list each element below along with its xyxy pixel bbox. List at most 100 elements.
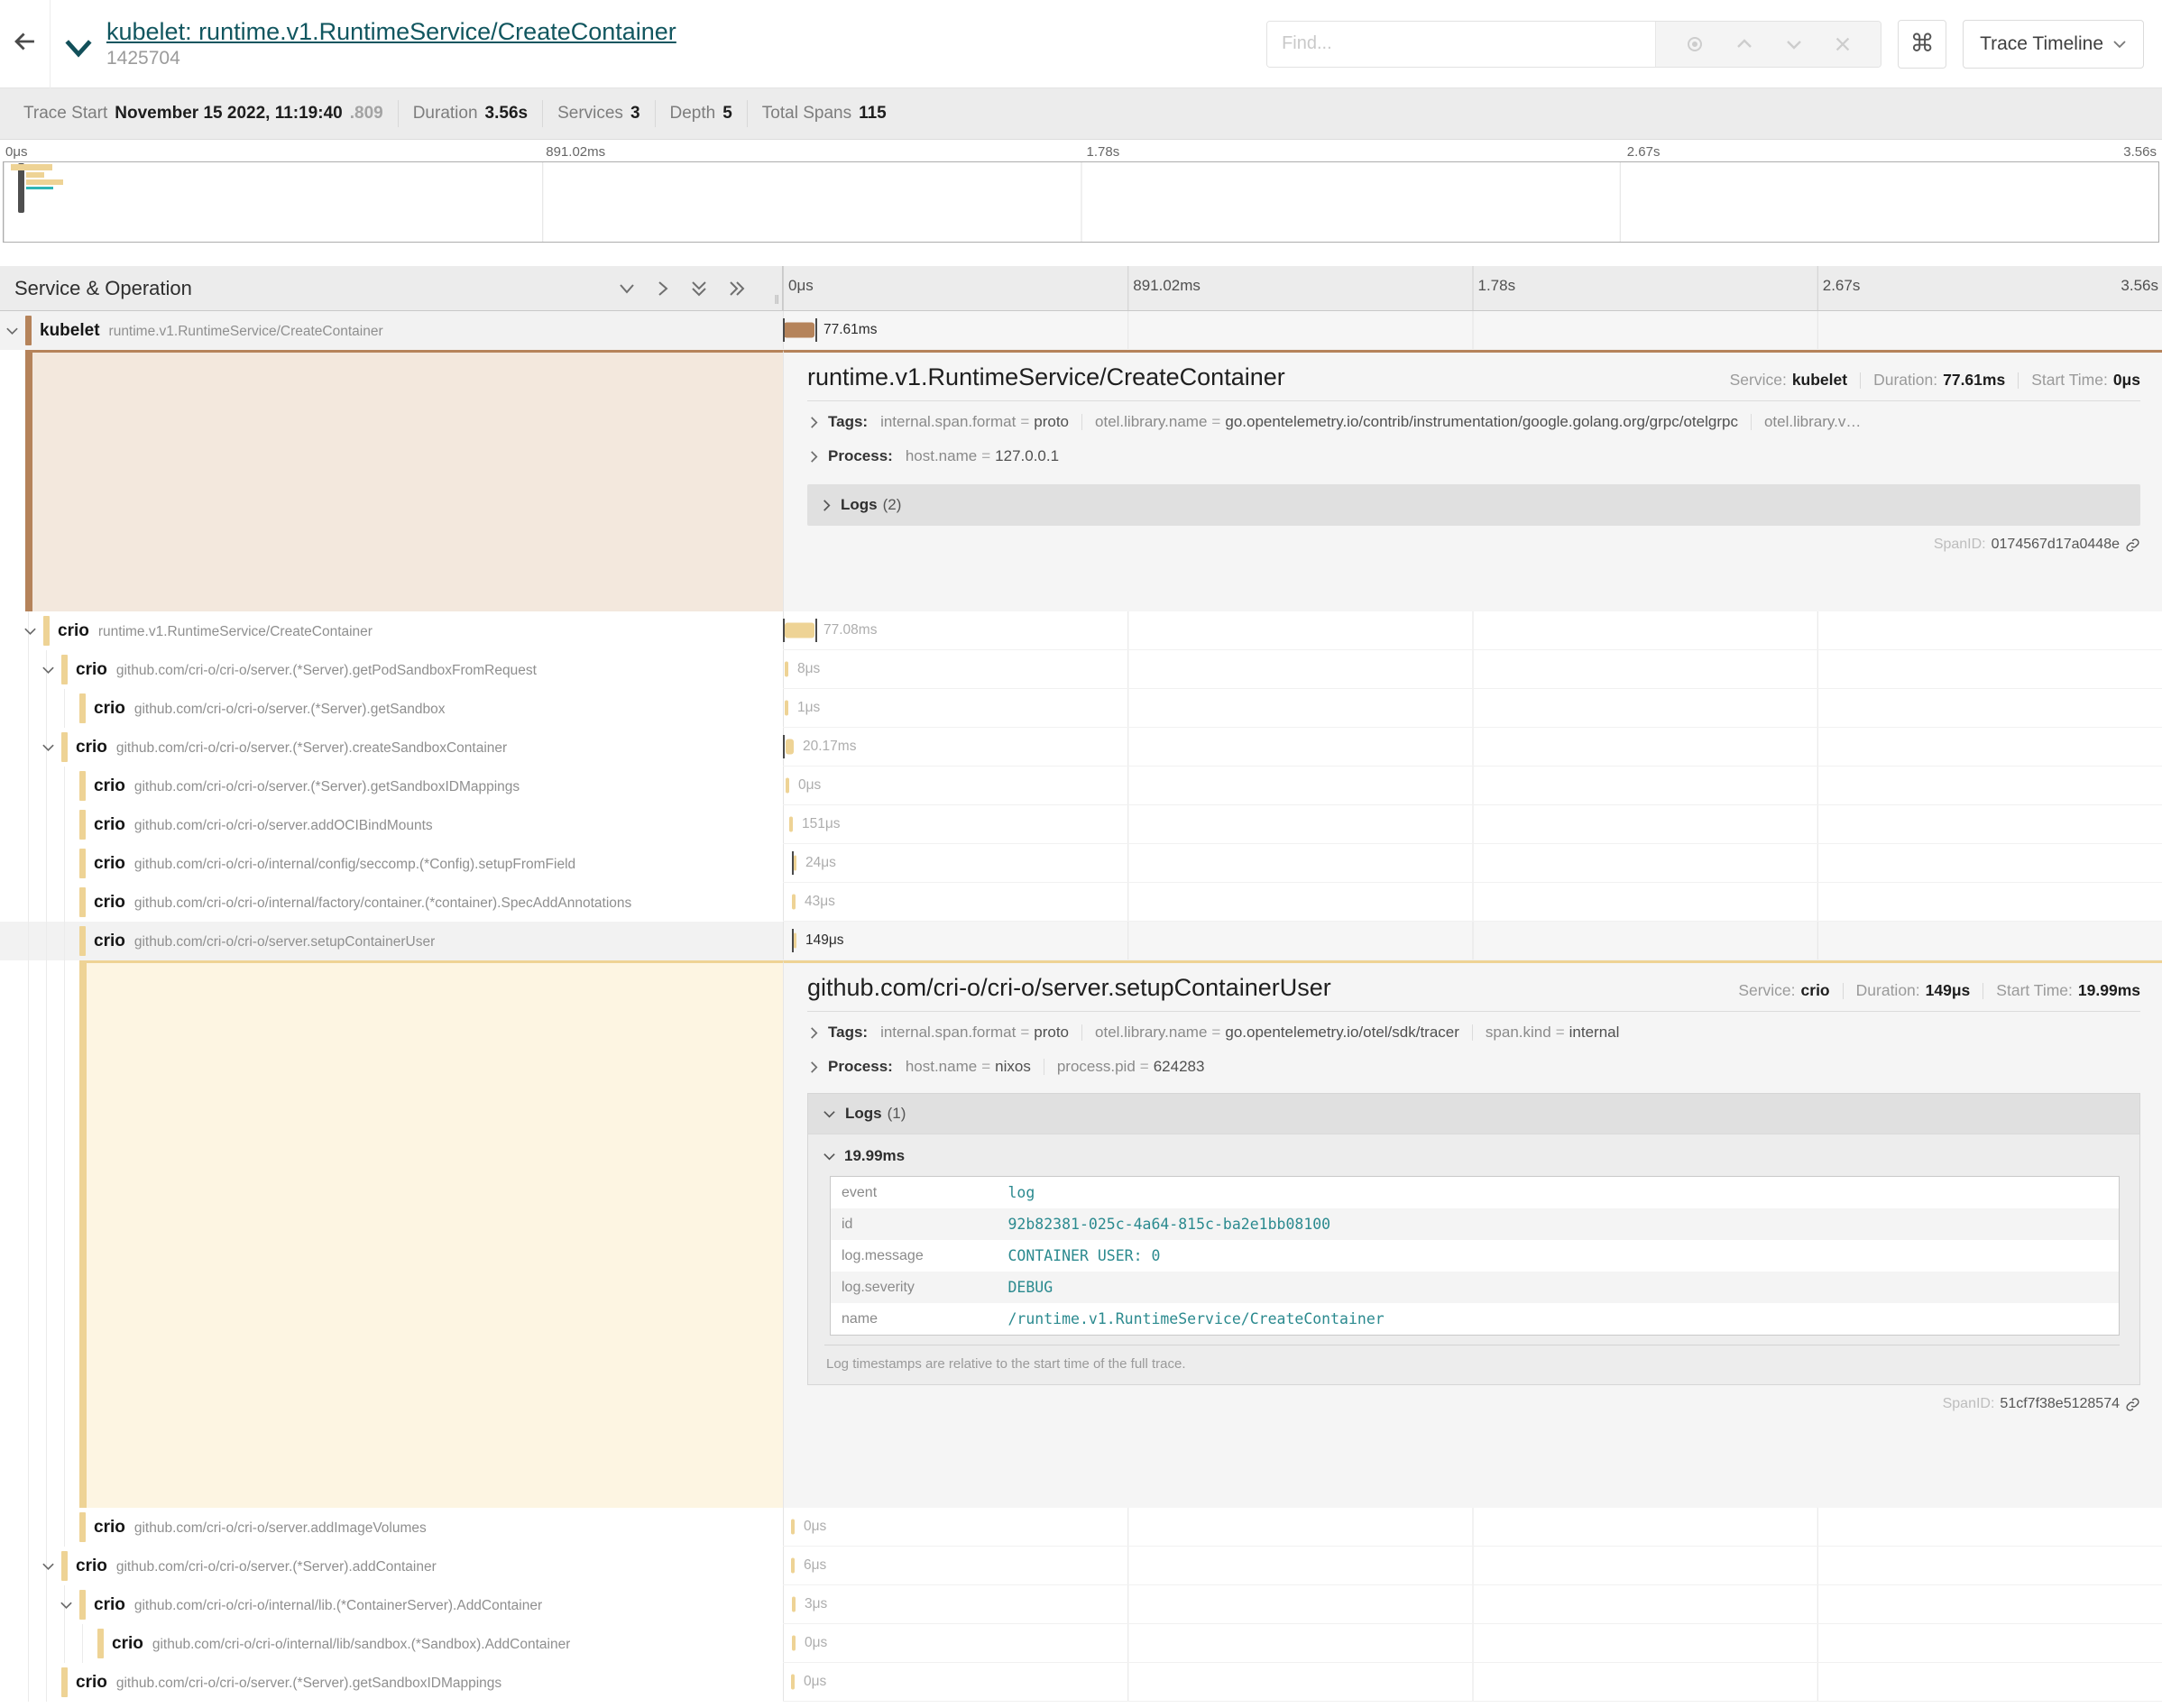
- span-duration-bar[interactable]: [785, 662, 788, 677]
- kv-equals: =: [1556, 1024, 1565, 1041]
- span-timeline-cell[interactable]: 43μs: [783, 883, 2162, 922]
- span-timeline-cell[interactable]: 0μs: [783, 1663, 2162, 1702]
- trace-view-dropdown[interactable]: Trace Timeline: [1963, 20, 2144, 69]
- find-input[interactable]: [1267, 22, 1655, 67]
- span-row[interactable]: criogithub.com/cri-o/cri-o/server.(*Serv…: [0, 689, 2162, 728]
- span-children-toggle[interactable]: [60, 1600, 73, 1610]
- span-timeline-cell[interactable]: 20.17ms: [783, 728, 2162, 767]
- log-field-key: log.message: [831, 1240, 998, 1272]
- span-name[interactable]: criogithub.com/cri-o/cri-o/server.(*Serv…: [76, 660, 537, 680]
- timeline-tick-label: 0μs: [783, 277, 814, 295]
- span-timeline-cell[interactable]: 3μs: [783, 1585, 2162, 1624]
- span-row[interactable]: criogithub.com/cri-o/cri-o/internal/lib/…: [0, 1624, 2162, 1663]
- span-row[interactable]: criogithub.com/cri-o/cri-o/server.(*Serv…: [0, 728, 2162, 767]
- span-duration-bar[interactable]: [794, 933, 796, 949]
- span-duration-bar[interactable]: [786, 739, 794, 755]
- collapse-trace-header-button[interactable]: [51, 23, 106, 64]
- span-row[interactable]: kubeletruntime.v1.RuntimeService/CreateC…: [0, 311, 2162, 350]
- prev-match-icon[interactable]: [1734, 33, 1755, 55]
- focus-match-icon[interactable]: [1684, 33, 1706, 55]
- minimap-left-scrubber[interactable]: [18, 163, 24, 213]
- collapse-one-level-button[interactable]: [656, 280, 670, 298]
- span-duration-bar[interactable]: [791, 1520, 795, 1535]
- column-resizer-handle[interactable]: ‖: [774, 292, 780, 307]
- span-duration-bar[interactable]: [792, 1636, 796, 1651]
- deep-link-icon[interactable]: [2125, 537, 2140, 553]
- span-name[interactable]: criogithub.com/cri-o/cri-o/internal/conf…: [94, 854, 575, 874]
- span-duration-bar[interactable]: [794, 856, 796, 871]
- span-name[interactable]: criogithub.com/cri-o/cri-o/internal/lib/…: [112, 1634, 570, 1654]
- span-timeline-cell[interactable]: 149μs: [783, 922, 2162, 960]
- service-color-bar: [79, 887, 86, 917]
- span-timeline-cell[interactable]: 0μs: [783, 767, 2162, 805]
- span-row[interactable]: crioruntime.v1.RuntimeService/CreateCont…: [0, 611, 2162, 650]
- span-name[interactable]: criogithub.com/cri-o/cri-o/server.(*Serv…: [76, 1673, 501, 1693]
- span-duration-bar[interactable]: [785, 701, 788, 716]
- span-name[interactable]: criogithub.com/cri-o/cri-o/server.(*Serv…: [94, 699, 445, 719]
- logs-accordion[interactable]: Logs(2): [807, 484, 2140, 526]
- span-duration-bar[interactable]: [791, 1558, 795, 1574]
- span-name[interactable]: criogithub.com/cri-o/cri-o/server.addOCI…: [94, 815, 433, 835]
- clear-search-icon[interactable]: [1833, 34, 1853, 54]
- tags-accordion[interactable]: Tags:internal.span.format=protootel.libr…: [807, 1015, 2140, 1050]
- span-timeline-cell[interactable]: 8μs: [783, 650, 2162, 689]
- span-name[interactable]: criogithub.com/cri-o/cri-o/server.setupC…: [94, 932, 435, 951]
- span-name[interactable]: criogithub.com/cri-o/cri-o/server.addIma…: [94, 1518, 427, 1538]
- span-row[interactable]: criogithub.com/cri-o/cri-o/server.addOCI…: [0, 805, 2162, 844]
- meta-separator: [1843, 983, 1844, 999]
- span-children-toggle[interactable]: [41, 1561, 55, 1571]
- span-row[interactable]: criogithub.com/cri-o/cri-o/server.(*Serv…: [0, 1663, 2162, 1702]
- span-children-toggle[interactable]: [5, 326, 19, 335]
- expand-one-level-button[interactable]: [618, 281, 636, 296]
- tags-accordion[interactable]: Tags:internal.span.format=protootel.libr…: [807, 405, 2140, 439]
- span-children-toggle[interactable]: [23, 626, 37, 636]
- span-name[interactable]: criogithub.com/cri-o/cri-o/internal/fact…: [94, 893, 631, 913]
- span-name[interactable]: criogithub.com/cri-o/cri-o/server.(*Serv…: [76, 1556, 437, 1576]
- span-row[interactable]: criogithub.com/cri-o/cri-o/server.(*Serv…: [0, 1547, 2162, 1585]
- span-timeline-cell[interactable]: 6μs: [783, 1547, 2162, 1585]
- span-duration-bar[interactable]: [791, 1675, 795, 1690]
- span-duration-bar[interactable]: [792, 895, 796, 910]
- span-duration-bar[interactable]: [785, 623, 814, 638]
- log-entry-accordion[interactable]: 19.99ms: [821, 1147, 2123, 1165]
- span-duration-bar[interactable]: [784, 323, 814, 338]
- span-timeline-cell[interactable]: 77.08ms: [783, 611, 2162, 650]
- span-timeline-cell[interactable]: 151μs: [783, 805, 2162, 844]
- indent-guide: [28, 689, 29, 728]
- span-timeline-cell[interactable]: 0μs: [783, 1508, 2162, 1547]
- span-children-toggle[interactable]: [41, 665, 55, 675]
- span-duration-bar[interactable]: [786, 778, 789, 794]
- span-row[interactable]: criogithub.com/cri-o/cri-o/server.(*Serv…: [0, 767, 2162, 805]
- span-timeline-cell[interactable]: 0μs: [783, 1624, 2162, 1663]
- trace-title-link[interactable]: kubelet: runtime.v1.RuntimeService/Creat…: [106, 18, 676, 46]
- span-id-value: 0174567d17a0448e: [1992, 537, 2120, 553]
- process-accordion[interactable]: Process:host.name=nixosprocess.pid=62428…: [807, 1050, 2140, 1084]
- expand-all-button[interactable]: [690, 280, 708, 298]
- span-row[interactable]: criogithub.com/cri-o/cri-o/server.addIma…: [0, 1508, 2162, 1547]
- span-name[interactable]: kubeletruntime.v1.RuntimeService/CreateC…: [40, 321, 383, 341]
- process-accordion[interactable]: Process:host.name=127.0.0.1: [807, 439, 2140, 473]
- collapse-all-button[interactable]: [728, 280, 746, 298]
- kv-key: internal.span.format: [880, 413, 1016, 430]
- span-duration-bar[interactable]: [792, 1597, 796, 1612]
- back-button[interactable]: [0, 0, 51, 88]
- span-timeline-cell[interactable]: 1μs: [783, 689, 2162, 728]
- minimap-canvas[interactable]: [3, 161, 2159, 243]
- keyboard-shortcuts-button[interactable]: ⌘: [1898, 20, 1946, 69]
- span-children-toggle[interactable]: [41, 742, 55, 752]
- span-name[interactable]: criogithub.com/cri-o/cri-o/server.(*Serv…: [94, 776, 520, 796]
- next-match-icon[interactable]: [1783, 33, 1805, 55]
- span-timeline-cell[interactable]: 24μs: [783, 844, 2162, 883]
- span-row[interactable]: criogithub.com/cri-o/cri-o/internal/fact…: [0, 883, 2162, 922]
- span-name[interactable]: crioruntime.v1.RuntimeService/CreateCont…: [58, 621, 373, 641]
- span-row[interactable]: criogithub.com/cri-o/cri-o/server.setupC…: [0, 922, 2162, 960]
- span-row[interactable]: criogithub.com/cri-o/cri-o/server.(*Serv…: [0, 650, 2162, 689]
- deep-link-icon[interactable]: [2125, 1397, 2140, 1412]
- logs-accordion[interactable]: Logs(1): [808, 1094, 2139, 1134]
- span-timeline-cell[interactable]: 77.61ms: [783, 311, 2162, 350]
- span-row[interactable]: criogithub.com/cri-o/cri-o/internal/conf…: [0, 844, 2162, 883]
- span-name[interactable]: criogithub.com/cri-o/cri-o/server.(*Serv…: [76, 738, 507, 758]
- span-row[interactable]: criogithub.com/cri-o/cri-o/internal/lib.…: [0, 1585, 2162, 1624]
- span-name[interactable]: criogithub.com/cri-o/cri-o/internal/lib.…: [94, 1595, 542, 1615]
- span-duration-bar[interactable]: [789, 817, 793, 832]
